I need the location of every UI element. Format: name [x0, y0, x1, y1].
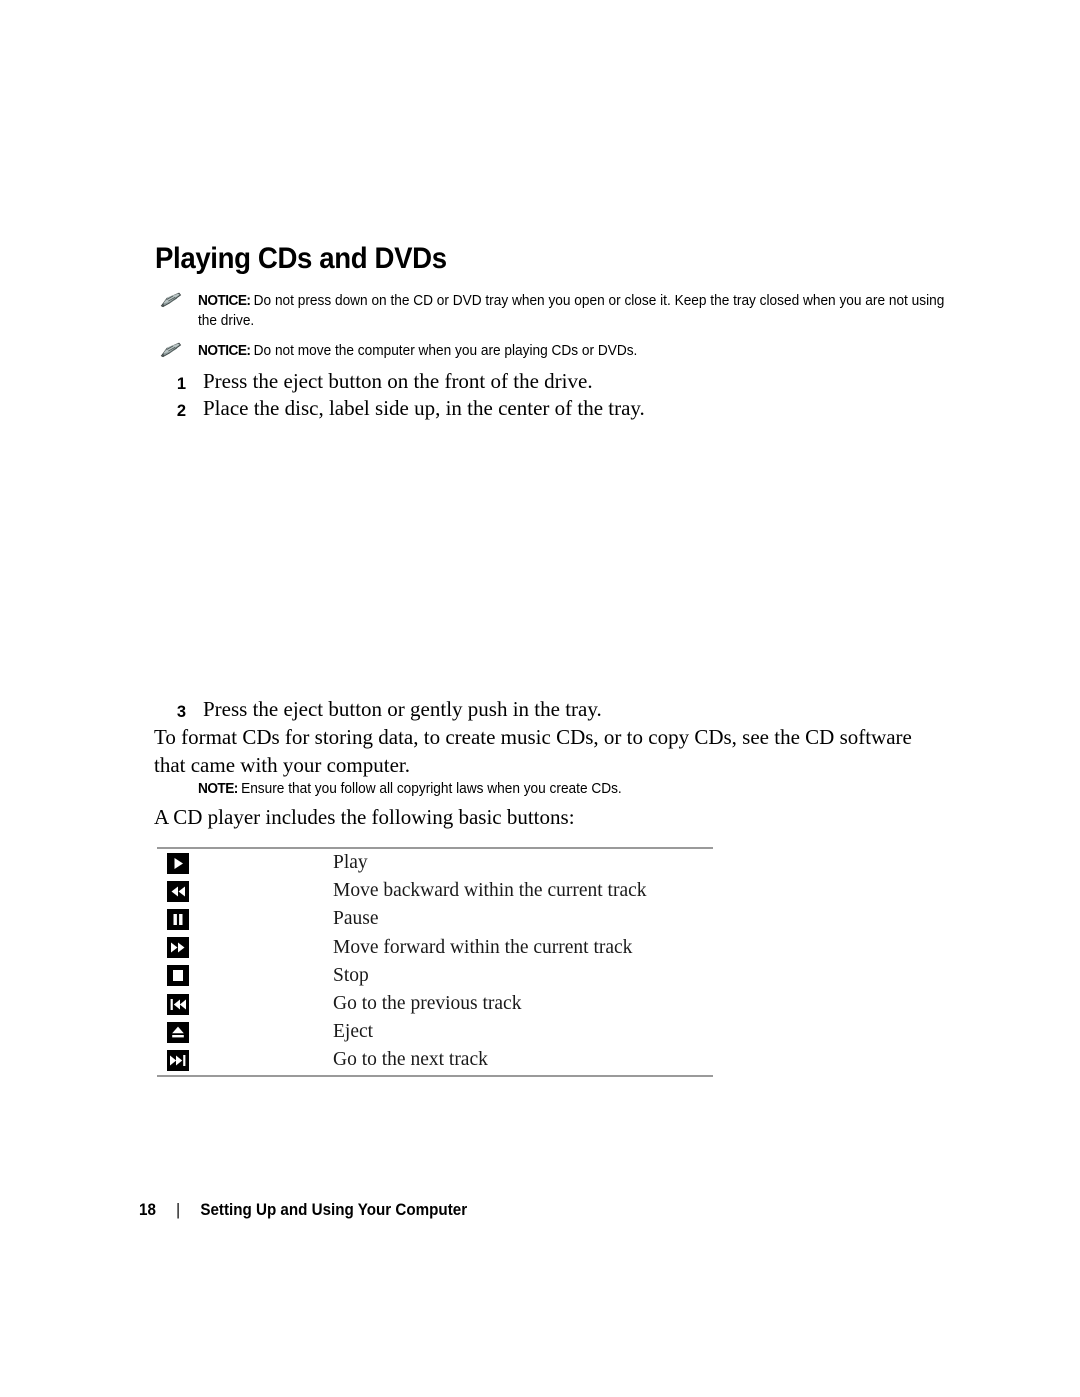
document-page: Playing CDs and DVDs NOTICE: Do not pres… [0, 0, 1080, 1397]
stop-icon [167, 965, 189, 987]
table-row: Move backward within the current track [157, 877, 713, 905]
notice-callout: NOTICE: Do not press down on the CD or D… [198, 291, 945, 331]
step-number: 2 [176, 402, 186, 420]
table-cell-label: Go to the previous track [333, 993, 522, 1015]
procedure-step: 2 Place the disc, label side up, in the … [160, 395, 920, 422]
note-label: NOTE: [198, 780, 242, 797]
table-row: Eject [157, 1018, 713, 1046]
table-cell-icon [157, 993, 333, 1015]
table-cell-label: Stop [333, 964, 369, 986]
table-cell-label: Eject [333, 1021, 374, 1043]
play-icon [167, 852, 189, 874]
next-track-icon [167, 1049, 189, 1071]
step-text: Place the disc, label side up, in the ce… [203, 396, 645, 420]
footer-page-number: 18 [139, 1201, 156, 1219]
table-cell-icon [157, 880, 333, 902]
table-row: Move forward within the current track [157, 934, 713, 962]
table-cell-label: Go to the next track [333, 1049, 488, 1071]
table-cell-icon [157, 937, 333, 959]
notice-text: Do not press down on the CD or DVD tray … [198, 292, 945, 329]
notice-callout: NOTICE: Do not move the computer when yo… [198, 341, 945, 361]
page-footer: 18 | Setting Up and Using Your Computer [139, 1201, 467, 1220]
table-row: Go to the next track [157, 1046, 713, 1074]
fast-forward-icon [167, 937, 189, 959]
step-text: Press the eject button on the front of t… [203, 369, 593, 393]
procedure-step: 3 Press the eject button or gently push … [160, 696, 920, 723]
procedure-step: 1 Press the eject button on the front of… [160, 368, 920, 395]
table-cell-icon [157, 908, 333, 930]
footer-separator: | [176, 1201, 181, 1219]
table-cell-icon [157, 1021, 333, 1043]
notice-text: Do not move the computer when you are pl… [253, 342, 638, 359]
step-number: 1 [176, 375, 186, 393]
body-paragraph-buttons-intro: A CD player includes the following basic… [154, 805, 575, 829]
table-row: Go to the previous track [157, 990, 713, 1018]
table-cell-icon [157, 1049, 333, 1071]
illustration-placeholder [160, 430, 920, 680]
table-row: Pause [157, 905, 713, 933]
table-cell-label: Play [333, 852, 368, 874]
notice-pointer-icon [160, 342, 182, 358]
page-title: Playing CDs and DVDs [155, 242, 447, 275]
eject-icon [167, 1021, 189, 1043]
table-cell-icon [157, 852, 333, 874]
note-callout: NOTE: Ensure that you follow all copyrig… [198, 779, 909, 799]
notice-label: NOTICE: [198, 342, 254, 359]
table-cell-label: Move backward within the current track [333, 880, 647, 902]
pause-icon [167, 908, 189, 930]
previous-track-icon [167, 993, 189, 1015]
note-text: Ensure that you follow all copyright law… [241, 780, 622, 797]
table-cell-icon [157, 965, 333, 987]
table-row: Play [157, 849, 713, 877]
notice-pointer-icon [160, 292, 182, 308]
table-cell-label: Pause [333, 908, 379, 930]
body-paragraph-format: To format CDs for storing data, to creat… [154, 725, 912, 777]
rewind-icon [167, 880, 189, 902]
table-cell-label: Move forward within the current track [333, 936, 633, 958]
step-number: 3 [176, 703, 186, 721]
notice-label: NOTICE: [198, 292, 254, 309]
table-row: Stop [157, 962, 713, 990]
step-text: Press the eject button or gently push in… [203, 697, 602, 721]
footer-chapter-title: Setting Up and Using Your Computer [200, 1201, 468, 1219]
cd-player-buttons-table: Play Move backward within the current tr… [157, 847, 713, 1077]
